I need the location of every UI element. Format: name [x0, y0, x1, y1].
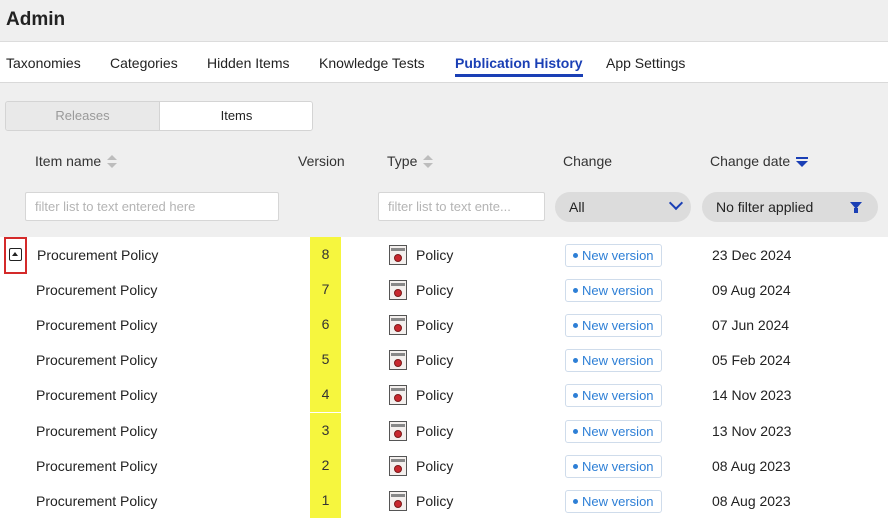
- change-badge: New version: [565, 490, 662, 513]
- type-cell: Policy: [416, 423, 454, 439]
- item-name-cell: Procurement Policy: [37, 247, 159, 263]
- column-header-change-date[interactable]: Change date: [710, 153, 809, 169]
- table-row[interactable]: Procurement Policy 5 Policy New version …: [0, 342, 888, 377]
- chevron-down-icon: [668, 195, 684, 211]
- change-date-filter-value: No filter applied: [716, 199, 814, 215]
- item-name-cell: Procurement Policy: [36, 282, 158, 298]
- version-cell: 6: [310, 307, 341, 342]
- column-header-change: Change: [563, 153, 612, 169]
- change-date-filter[interactable]: No filter applied: [702, 192, 878, 222]
- column-header-change-label: Change: [563, 153, 613, 169]
- change-badge: New version: [565, 384, 662, 407]
- change-badge-label: New version: [582, 494, 654, 509]
- table-row[interactable]: Procurement Policy 6 Policy New version …: [0, 307, 888, 342]
- column-header-version-label: Version: [298, 153, 345, 169]
- item-name-cell: Procurement Policy: [36, 317, 158, 333]
- policy-document-icon: [389, 456, 407, 476]
- change-date-cell: 05 Feb 2024: [712, 352, 791, 368]
- type-cell: Policy: [416, 493, 454, 509]
- table-row[interactable]: Procurement Policy 8 Policy New version …: [0, 237, 888, 272]
- policy-document-icon: [389, 385, 407, 405]
- type-cell: Policy: [416, 387, 454, 403]
- change-badge-label: New version: [582, 388, 654, 403]
- policy-document-icon: [389, 245, 407, 265]
- change-badge-label: New version: [582, 318, 654, 333]
- items-toggle-option[interactable]: Items: [159, 102, 312, 130]
- column-header-change-date-label: Change date: [710, 153, 791, 169]
- change-badge: New version: [565, 349, 662, 372]
- change-date-cell: 14 Nov 2023: [712, 387, 792, 403]
- version-cell: 2: [310, 448, 341, 483]
- policy-document-icon: [389, 421, 407, 441]
- releases-toggle-option[interactable]: Releases: [6, 102, 159, 130]
- change-filter-dropdown[interactable]: All: [555, 192, 691, 222]
- type-cell: Policy: [416, 282, 454, 298]
- policy-document-icon: [389, 491, 407, 511]
- change-badge-label: New version: [582, 283, 654, 298]
- version-cell: 8: [310, 237, 341, 272]
- app-header: Admin: [0, 0, 888, 42]
- item-name-cell: Procurement Policy: [36, 423, 158, 439]
- view-toggle: Releases Items: [5, 101, 313, 131]
- table-row[interactable]: Procurement Policy 1 Policy New version …: [0, 483, 888, 518]
- change-badge-label: New version: [582, 424, 654, 439]
- column-header-item-name-label: Item name: [35, 153, 102, 169]
- table-row[interactable]: Procurement Policy 2 Policy New version …: [0, 448, 888, 483]
- change-date-cell: 09 Aug 2024: [712, 282, 791, 298]
- change-badge: New version: [565, 314, 662, 337]
- change-date-cell: 08 Aug 2023: [712, 458, 791, 474]
- version-cell: 5: [310, 342, 341, 377]
- tab-categories[interactable]: Categories: [110, 55, 178, 71]
- policy-document-icon: [389, 350, 407, 370]
- version-cell: 1: [310, 483, 341, 518]
- version-cell: 7: [310, 272, 341, 307]
- type-cell: Policy: [416, 317, 454, 333]
- sort-descending-icon[interactable]: [796, 155, 809, 169]
- change-date-cell: 13 Nov 2023: [712, 423, 792, 439]
- tab-knowledge-tests[interactable]: Knowledge Tests: [319, 55, 425, 71]
- type-cell: Policy: [416, 458, 454, 474]
- item-name-cell: Procurement Policy: [36, 387, 158, 403]
- item-name-cell: Procurement Policy: [36, 352, 158, 368]
- item-name-cell: Procurement Policy: [36, 493, 158, 509]
- change-badge-label: New version: [582, 459, 654, 474]
- policy-document-icon: [389, 280, 407, 300]
- change-badge: New version: [565, 420, 662, 443]
- table-row[interactable]: Procurement Policy 3 Policy New version …: [0, 413, 888, 448]
- version-cell: 3: [310, 413, 341, 448]
- column-header-type[interactable]: Type: [387, 153, 434, 169]
- change-date-cell: 07 Jun 2024: [712, 317, 790, 333]
- change-badge-label: New version: [582, 248, 654, 263]
- column-header-version: Version: [298, 153, 345, 169]
- change-badge: New version: [565, 244, 662, 267]
- change-badge-label: New version: [582, 353, 654, 368]
- funnel-icon[interactable]: [850, 202, 862, 213]
- app-title: Admin: [6, 9, 66, 30]
- sort-icon[interactable]: [423, 155, 434, 169]
- sort-icon[interactable]: [107, 155, 118, 169]
- change-filter-value: All: [569, 199, 585, 215]
- column-header-type-label: Type: [387, 153, 418, 169]
- policy-document-icon: [389, 315, 407, 335]
- tab-taxonomies[interactable]: Taxonomies: [6, 55, 81, 71]
- change-date-cell: 23 Dec 2024: [712, 247, 792, 263]
- tab-publication-history[interactable]: Publication History: [455, 55, 583, 77]
- tab-hidden-items[interactable]: Hidden Items: [207, 55, 289, 71]
- table-row[interactable]: Procurement Policy 4 Policy New version …: [0, 377, 888, 412]
- type-cell: Policy: [416, 247, 454, 263]
- type-cell: Policy: [416, 352, 454, 368]
- item-name-cell: Procurement Policy: [36, 458, 158, 474]
- table-row[interactable]: Procurement Policy 7 Policy New version …: [0, 272, 888, 307]
- admin-tabs: Taxonomies Categories Hidden Items Knowl…: [0, 42, 888, 83]
- type-filter-input[interactable]: [378, 192, 545, 221]
- item-name-filter-input[interactable]: [25, 192, 279, 221]
- tab-app-settings[interactable]: App Settings: [606, 55, 685, 71]
- change-badge: New version: [565, 455, 662, 478]
- change-badge: New version: [565, 279, 662, 302]
- column-header-item-name[interactable]: Item name: [35, 153, 118, 169]
- change-date-cell: 08 Aug 2023: [712, 493, 791, 509]
- version-cell: 4: [310, 377, 341, 412]
